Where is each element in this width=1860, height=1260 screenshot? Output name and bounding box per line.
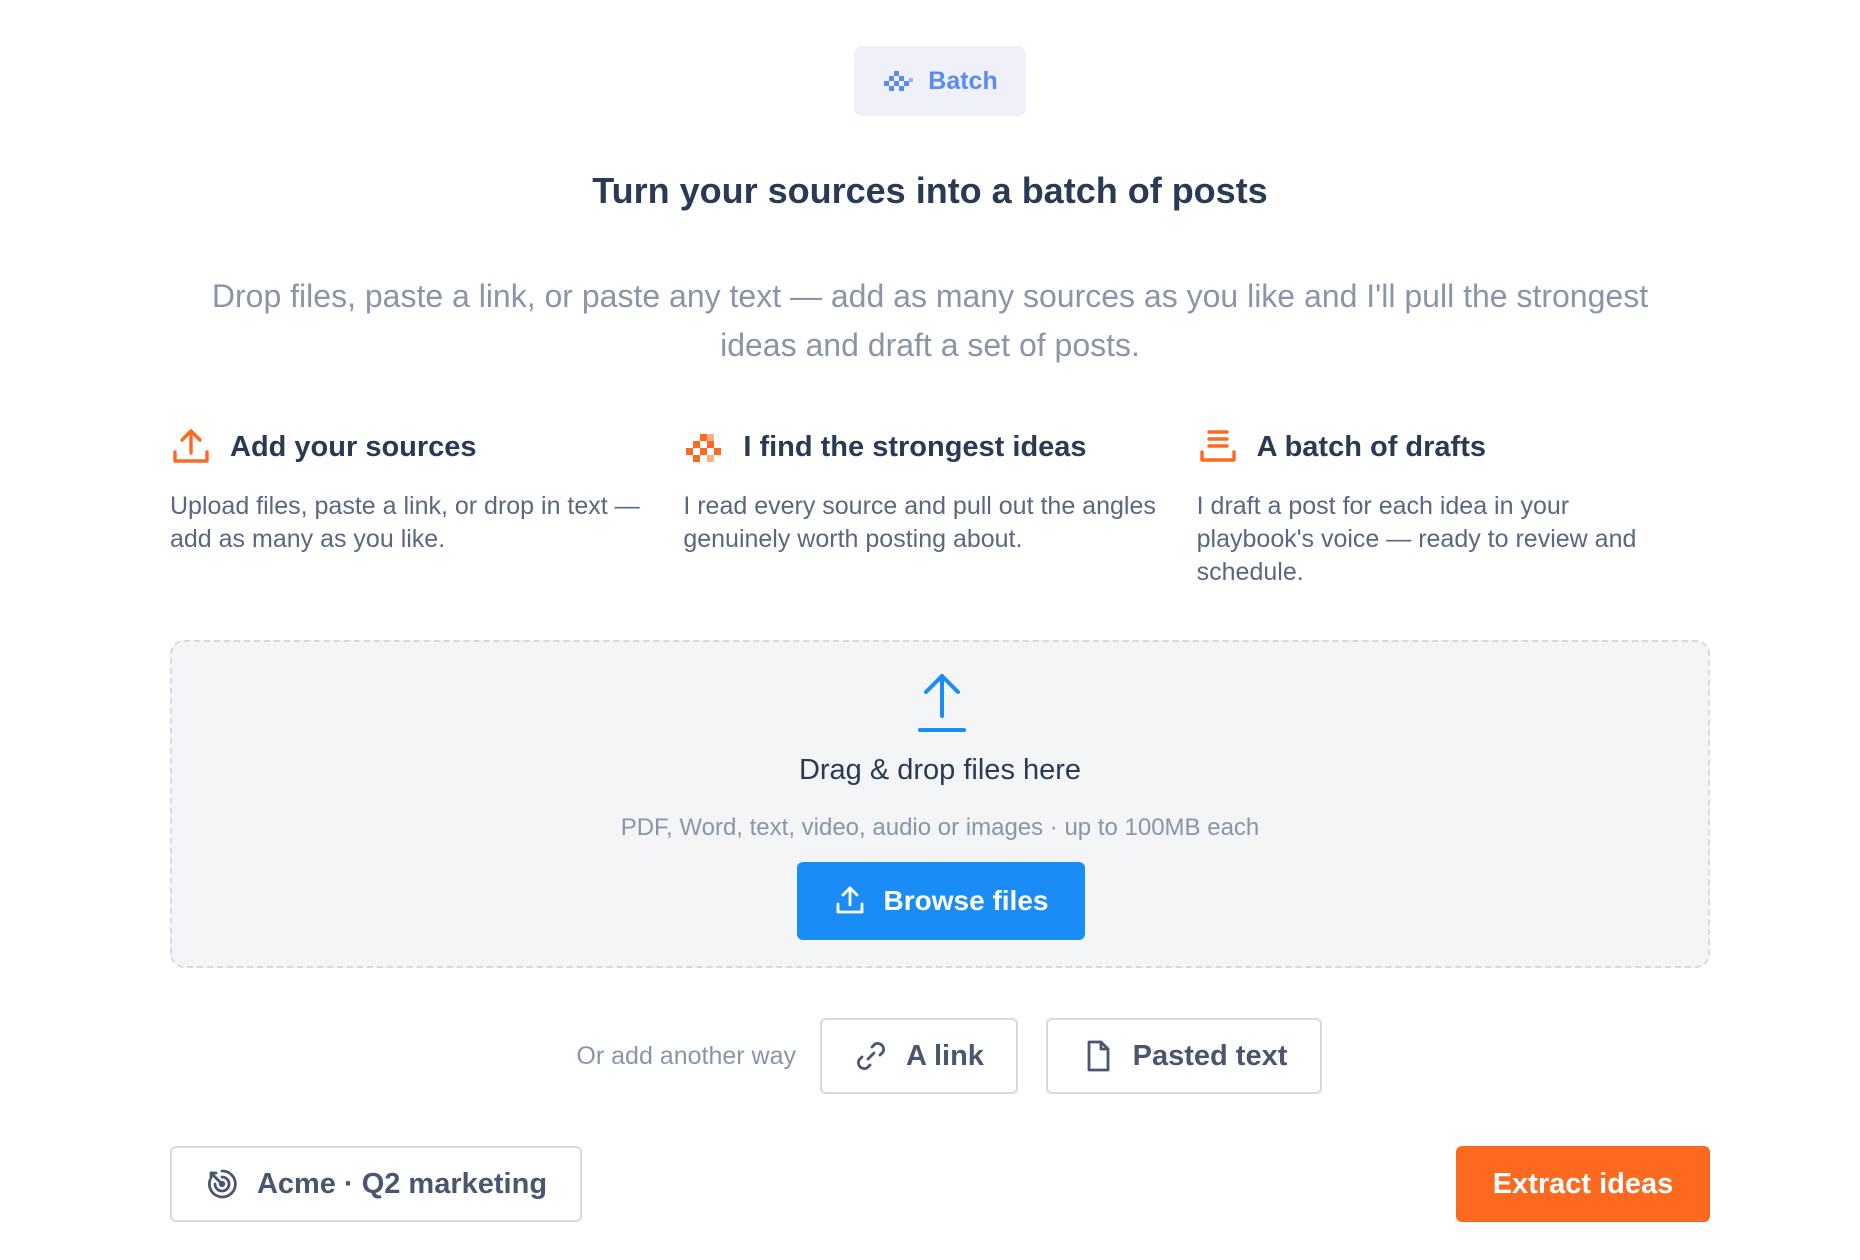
step-title: A batch of drafts (1256, 430, 1486, 463)
pixel-sparkle-icon (686, 434, 722, 462)
pasted-text-button[interactable]: Pasted text (1046, 1018, 1322, 1094)
step-drafts: A batch of drafts I draft a post for eac… (1197, 424, 1710, 589)
document-icon (1087, 1040, 1110, 1072)
upload-arrow-icon (918, 674, 966, 732)
batch-pixel-icon (884, 71, 914, 91)
steps-row: Add your sources Upload files, paste a l… (170, 424, 1710, 589)
step-find-ideas: I find the strongest ideas I read every … (683, 424, 1196, 589)
target-icon (207, 1169, 237, 1199)
step-description: I read every source and pull out the ang… (683, 492, 1156, 553)
extract-ideas-button[interactable]: Extract ideas (1456, 1146, 1710, 1222)
upload-icon (173, 429, 209, 463)
add-link-label: A link (906, 1039, 984, 1072)
link-icon (857, 1042, 885, 1070)
batch-badge-label: Batch (928, 66, 998, 95)
browse-files-label: Browse files (883, 885, 1049, 916)
step-description: Upload files, paste a link, or drop in t… (170, 492, 640, 553)
pasted-text-label: Pasted text (1132, 1039, 1288, 1072)
page-subtitle: Drop files, paste a link, or paste any t… (211, 278, 1649, 363)
dropzone-title: Drag & drop files here (798, 754, 1082, 786)
page-title: Turn your sources into a batch of posts (592, 170, 1268, 211)
step-description: I draft a post for each idea in your pla… (1196, 492, 1637, 586)
workspace-selector-button[interactable]: Acme · Q2 marketing (170, 1146, 582, 1222)
batch-badge: Batch (854, 46, 1026, 116)
step-title: I find the strongest ideas (743, 430, 1087, 463)
step-title: Add your sources (230, 430, 477, 463)
workspace-label: Acme · Q2 marketing (256, 1167, 548, 1200)
other-ways-label: Or add another way (576, 1042, 796, 1070)
add-link-button[interactable]: A link (820, 1018, 1018, 1094)
dropzone-hint: PDF, Word, text, video, audio or images … (620, 814, 1260, 841)
upload-icon (836, 886, 863, 914)
stack-icon (1199, 430, 1236, 462)
browse-files-button[interactable]: Browse files (797, 862, 1085, 940)
step-add-sources: Add your sources Upload files, paste a l… (170, 424, 683, 589)
batch-page: Batch Turn your sources into a batch of … (0, 0, 1860, 1260)
file-dropzone[interactable]: Drag & drop files here PDF, Word, text, … (170, 640, 1710, 968)
